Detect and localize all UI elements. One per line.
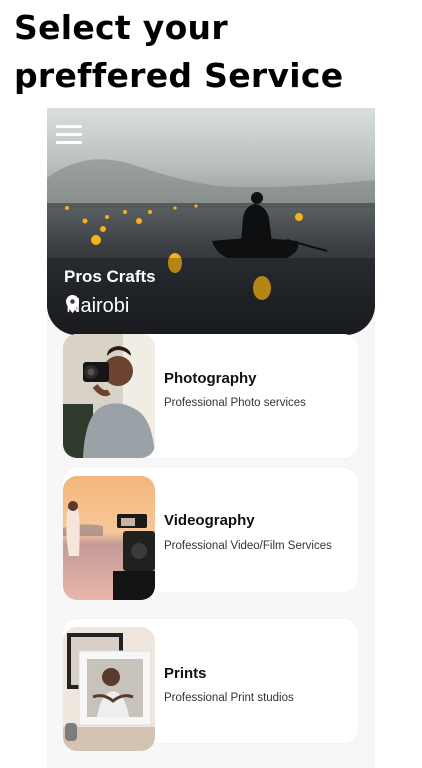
map-pin-icon [66, 295, 79, 313]
photography-thumbnail [63, 334, 155, 458]
hero-title: Pros Crafts [64, 267, 156, 286]
service-card-photography[interactable]: Photography Professional Photo services [63, 334, 358, 458]
service-subtitle: Professional Print studios [164, 692, 294, 704]
hero-banner: Pros Crafts Nairobi [47, 108, 375, 335]
hamburger-menu-icon[interactable] [56, 125, 82, 145]
headline-line-2: preffered Service [14, 56, 344, 95]
prints-thumbnail [63, 627, 155, 751]
videography-thumbnail [63, 476, 155, 600]
service-title: Prints [164, 665, 207, 682]
service-subtitle: Professional Photo services [164, 397, 306, 409]
service-subtitle: Professional Video/Film Services [164, 540, 332, 552]
hero-location: Nairobi [66, 295, 129, 318]
service-card-videography[interactable]: Videography Professional Video/Film Serv… [63, 468, 358, 600]
page-headline: Select your preffered Service [14, 4, 343, 100]
headline-line-1: Select your [14, 8, 228, 47]
service-title: Photography [164, 370, 257, 387]
service-card-prints[interactable]: Prints Professional Print studios [63, 619, 358, 751]
service-title: Videography [164, 512, 255, 529]
